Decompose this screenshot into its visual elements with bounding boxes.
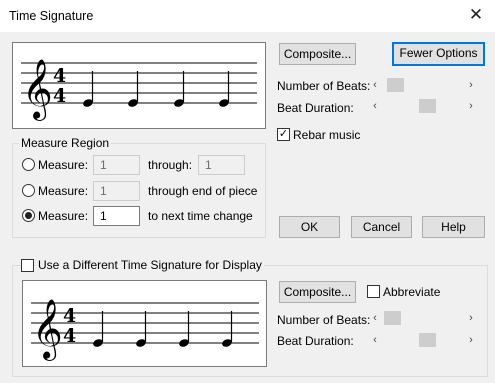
display-number-of-beats-slider[interactable]: ‹ ›: [369, 309, 477, 327]
scroll-left-icon[interactable]: ‹: [369, 97, 381, 115]
slider-thumb[interactable]: [419, 333, 436, 347]
scroll-right-icon[interactable]: ›: [465, 331, 477, 349]
measure-next-change-label: Measure:: [38, 209, 89, 223]
composite-button[interactable]: Composite...: [279, 43, 356, 65]
measure-from-field[interactable]: 1: [93, 155, 140, 175]
measure-to-field[interactable]: 1: [198, 155, 245, 175]
measure-to-end-field[interactable]: 1: [93, 181, 140, 201]
display-time-signature-bottom: 4: [63, 325, 76, 347]
different-display-label: Use a Different Time Signature for Displ…: [36, 258, 264, 272]
rebar-label: Rebar music: [293, 128, 361, 142]
fewer-options-button[interactable]: Fewer Options: [392, 42, 485, 66]
treble-clef-icon: 𝄞: [22, 59, 53, 121]
window-title: Time Signature: [9, 9, 94, 23]
measure-region-legend: Measure Region: [19, 136, 112, 150]
measure-next-change-field[interactable]: 1: [93, 206, 140, 226]
display-number-of-beats-label: Number of Beats:: [277, 313, 371, 327]
scroll-right-icon[interactable]: ›: [465, 97, 477, 115]
close-icon[interactable]: ✕: [466, 5, 486, 25]
slider-thumb[interactable]: [384, 311, 401, 325]
display-time-signature-top: 4: [63, 305, 76, 327]
scroll-left-icon[interactable]: ‹: [369, 76, 381, 94]
slider-thumb[interactable]: [387, 78, 404, 92]
time-signature-top: 4: [53, 65, 66, 87]
display-beat-duration-slider[interactable]: ‹ ›: [369, 331, 477, 349]
scroll-left-icon[interactable]: ‹: [369, 309, 381, 327]
treble-clef-icon: 𝄞: [32, 299, 63, 361]
scroll-right-icon[interactable]: ›: [465, 309, 477, 327]
measure-to-end-radio[interactable]: [22, 184, 35, 197]
to-next-time-change-label: to next time change: [148, 209, 253, 223]
time-signature-preview: 𝄞 4 4: [12, 42, 266, 129]
measure-to-end-label: Measure:: [38, 184, 89, 198]
scroll-left-icon[interactable]: ‹: [369, 331, 381, 349]
cancel-button[interactable]: Cancel: [351, 216, 412, 238]
number-of-beats-slider[interactable]: ‹ ›: [369, 76, 477, 94]
display-time-signature-preview: 𝄞 4 4: [22, 280, 267, 367]
number-of-beats-label: Number of Beats:: [277, 79, 371, 93]
rebar-checkbox[interactable]: ✓: [277, 128, 290, 141]
slider-thumb[interactable]: [419, 99, 436, 113]
abbreviate-label: Abbreviate: [383, 285, 441, 299]
display-composite-button[interactable]: Composite...: [279, 281, 356, 303]
measure-range-radio[interactable]: [22, 158, 35, 171]
through-end-of-piece-label: through end of piece: [148, 184, 258, 198]
measure-range-label: Measure:: [38, 158, 89, 172]
ok-button[interactable]: OK: [279, 216, 340, 238]
display-beat-duration-label: Beat Duration:: [277, 334, 354, 348]
through-label: through:: [148, 158, 193, 172]
beat-duration-label: Beat Duration:: [277, 101, 354, 115]
beat-duration-slider[interactable]: ‹ ›: [369, 97, 477, 115]
abbreviate-checkbox[interactable]: [367, 285, 380, 298]
help-button[interactable]: Help: [422, 216, 485, 238]
display-staff-notation: 𝄞 4 4: [31, 299, 259, 361]
measure-next-change-radio[interactable]: [22, 209, 35, 222]
different-display-checkbox[interactable]: [21, 259, 34, 272]
staff-notation: 𝄞 4 4: [21, 59, 257, 121]
scroll-right-icon[interactable]: ›: [465, 76, 477, 94]
time-signature-bottom: 4: [53, 85, 66, 107]
